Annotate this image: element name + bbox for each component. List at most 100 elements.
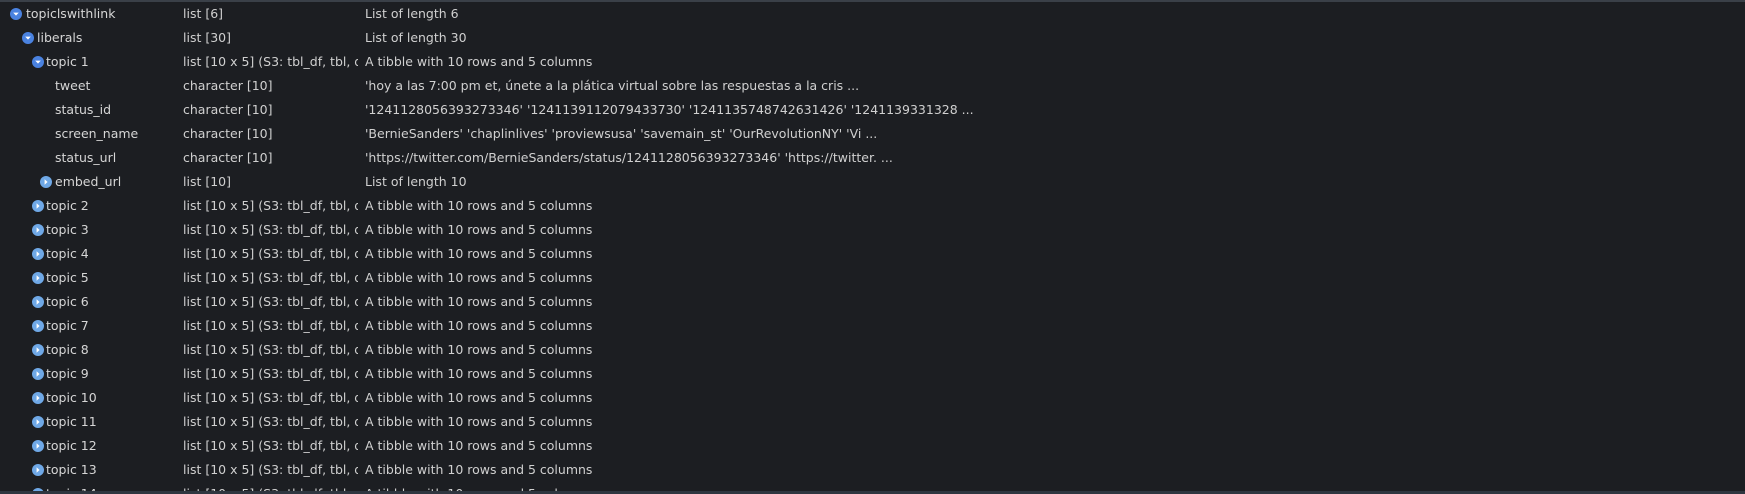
tree-row-name-cell: topic 3: [0, 218, 180, 242]
collapse-toggle-icon[interactable]: [10, 8, 22, 20]
tree-row-name-cell: topic 14: [0, 482, 180, 491]
tree-row-name-cell: topiclswithlink: [0, 2, 180, 26]
tree-row-value: A tibble with 10 rows and 5 columns: [365, 294, 593, 309]
tree-row-type: character [10]: [183, 150, 273, 165]
tree-row[interactable]: topic 1 list [10 x 5] (S3: tbl_df, tbl, d…: [0, 50, 1745, 74]
tree-row-name: topiclswithlink: [26, 6, 116, 21]
tree-row[interactable]: topic 14 list [10 x 5] (S3: tbl_df, tbl, …: [0, 482, 1745, 491]
tree-row[interactable]: topic 4 list [10 x 5] (S3: tbl_df, tbl, d…: [0, 242, 1745, 266]
tree-row-type: character [10]: [183, 126, 273, 141]
tree-row-name: topic 3: [46, 222, 89, 237]
expand-toggle-icon[interactable]: [32, 272, 44, 284]
tree-row-type: character [10]: [183, 102, 273, 117]
tree-row[interactable]: topic 12 list [10 x 5] (S3: tbl_df, tbl, …: [0, 434, 1745, 458]
tree-row-name-cell: topic 12: [0, 434, 180, 458]
tree-row[interactable]: topiclswithlink list [6] List of length 6: [0, 2, 1745, 26]
expand-toggle-icon[interactable]: [32, 224, 44, 236]
tree-row-type: list [10 x 5] (S3: tbl_df, tbl, d: [183, 438, 358, 453]
tree-row[interactable]: topic 2 list [10 x 5] (S3: tbl_df, tbl, d…: [0, 194, 1745, 218]
expand-toggle-icon[interactable]: [32, 392, 44, 404]
expand-toggle-icon[interactable]: [32, 344, 44, 356]
tree-row-value: A tibble with 10 rows and 5 columns: [365, 54, 593, 69]
tree-row-name: topic 6: [46, 294, 89, 309]
tree-row-value: A tibble with 10 rows and 5 columns: [365, 342, 593, 357]
tree-row-value: A tibble with 10 rows and 5 columns: [365, 390, 593, 405]
tree-row-name: topic 7: [46, 318, 89, 333]
tree-row[interactable]: topic 7 list [10 x 5] (S3: tbl_df, tbl, d…: [0, 314, 1745, 338]
tree-row[interactable]: liberals list [30] List of length 30: [0, 26, 1745, 50]
tree-row[interactable]: topic 13 list [10 x 5] (S3: tbl_df, tbl, …: [0, 458, 1745, 482]
expand-toggle-icon[interactable]: [32, 440, 44, 452]
tree-row-type: list [30]: [183, 30, 231, 45]
tree-row-type: list [10 x 5] (S3: tbl_df, tbl, d: [183, 222, 358, 237]
tree-row-name-cell: screen_name: [0, 122, 180, 146]
expand-toggle-icon[interactable]: [32, 200, 44, 212]
chevron-right-icon: [36, 251, 40, 257]
chevron-down-icon: [13, 12, 19, 16]
tree-row-value: A tibble with 10 rows and 5 columns: [365, 318, 593, 333]
tree-row[interactable]: embed_url list [10] List of length 10: [0, 170, 1745, 194]
tree-row[interactable]: topic 3 list [10 x 5] (S3: tbl_df, tbl, d…: [0, 218, 1745, 242]
tree-row-value: '1241128056393273346' '12411391120794337…: [365, 102, 974, 117]
tree-row-name-cell: liberals: [0, 26, 180, 50]
expand-toggle-icon[interactable]: [32, 416, 44, 428]
expand-toggle-icon[interactable]: [32, 248, 44, 260]
chevron-right-icon: [36, 419, 40, 425]
tree-row-value: 'hoy a las 7:00 pm et, únete a la plátic…: [365, 78, 860, 93]
chevron-right-icon: [36, 395, 40, 401]
expand-toggle-icon[interactable]: [32, 368, 44, 380]
tree-row: status_id character [10] '1241128056393273…: [0, 98, 1745, 122]
expand-toggle-icon[interactable]: [32, 464, 44, 476]
tree-row-value: A tibble with 10 rows and 5 columns: [365, 462, 593, 477]
tree-row-name: status_id: [55, 102, 112, 117]
chevron-right-icon: [36, 275, 40, 281]
tree-row-value: A tibble with 10 rows and 5 columns: [365, 198, 593, 213]
tree-row-name: topic 2: [46, 198, 89, 213]
tree-row-name-cell: topic 11: [0, 410, 180, 434]
tree-row[interactable]: topic 10 list [10 x 5] (S3: tbl_df, tbl, …: [0, 386, 1745, 410]
tree-row-value: List of length 30: [365, 30, 467, 45]
tree-row[interactable]: topic 8 list [10 x 5] (S3: tbl_df, tbl, d…: [0, 338, 1745, 362]
tree-row[interactable]: topic 11 list [10 x 5] (S3: tbl_df, tbl, …: [0, 410, 1745, 434]
chevron-right-icon: [36, 443, 40, 449]
chevron-down-icon: [35, 60, 41, 64]
tree-row-name: screen_name: [55, 126, 139, 141]
expand-toggle-icon[interactable]: [32, 320, 44, 332]
chevron-right-icon: [36, 203, 40, 209]
tree-row-value: List of length 6: [365, 6, 459, 21]
tree-row-name: topic 11: [46, 414, 97, 429]
chevron-right-icon: [36, 347, 40, 353]
chevron-right-icon: [36, 323, 40, 329]
tree-row-name: topic 5: [46, 270, 89, 285]
tree-row-name-cell: status_url: [0, 146, 180, 170]
tree-row-name-cell: topic 7: [0, 314, 180, 338]
collapse-toggle-icon[interactable]: [32, 56, 44, 68]
tree-row-name-cell: topic 10: [0, 386, 180, 410]
tree-row-name: topic 14: [46, 482, 97, 491]
tree-row-name: topic 4: [46, 246, 89, 261]
collapse-toggle-icon[interactable]: [22, 32, 34, 44]
tree-row-name-cell: tweet: [0, 74, 180, 98]
chevron-right-icon: [44, 179, 48, 185]
tree-row-value: A tibble with 10 rows and 5 columns: [365, 366, 593, 381]
tree-row-type: list [10 x 5] (S3: tbl_df, tbl, d: [183, 390, 358, 405]
tree-row-name: tweet: [55, 78, 91, 93]
tree-row-name-cell: topic 6: [0, 290, 180, 314]
tree-row-type: list [6]: [183, 6, 224, 21]
chevron-right-icon: [36, 467, 40, 473]
tree-row[interactable]: topic 5 list [10 x 5] (S3: tbl_df, tbl, d…: [0, 266, 1745, 290]
tree-row-type: list [10 x 5] (S3: tbl_df, tbl, d: [183, 318, 358, 333]
tree-row-value: A tibble with 10 rows and 5 columns: [365, 414, 593, 429]
expand-toggle-icon[interactable]: [40, 176, 52, 188]
chevron-right-icon: [36, 371, 40, 377]
tree-row-value: A tibble with 10 rows and 5 columns: [365, 222, 593, 237]
tree-row-type: list [10 x 5] (S3: tbl_df, tbl, d: [183, 482, 358, 491]
tree-row[interactable]: topic 9 list [10 x 5] (S3: tbl_df, tbl, d…: [0, 362, 1745, 386]
tree-row[interactable]: topic 6 list [10 x 5] (S3: tbl_df, tbl, d…: [0, 290, 1745, 314]
tree-row-type: list [10]: [183, 174, 231, 189]
tree-row-name: topic 8: [46, 342, 89, 357]
tree-row-type: list [10 x 5] (S3: tbl_df, tbl, d: [183, 342, 358, 357]
expand-toggle-icon[interactable]: [32, 296, 44, 308]
tree-row-type: list [10 x 5] (S3: tbl_df, tbl, d: [183, 270, 358, 285]
tree-row-name: topic 13: [46, 462, 97, 477]
